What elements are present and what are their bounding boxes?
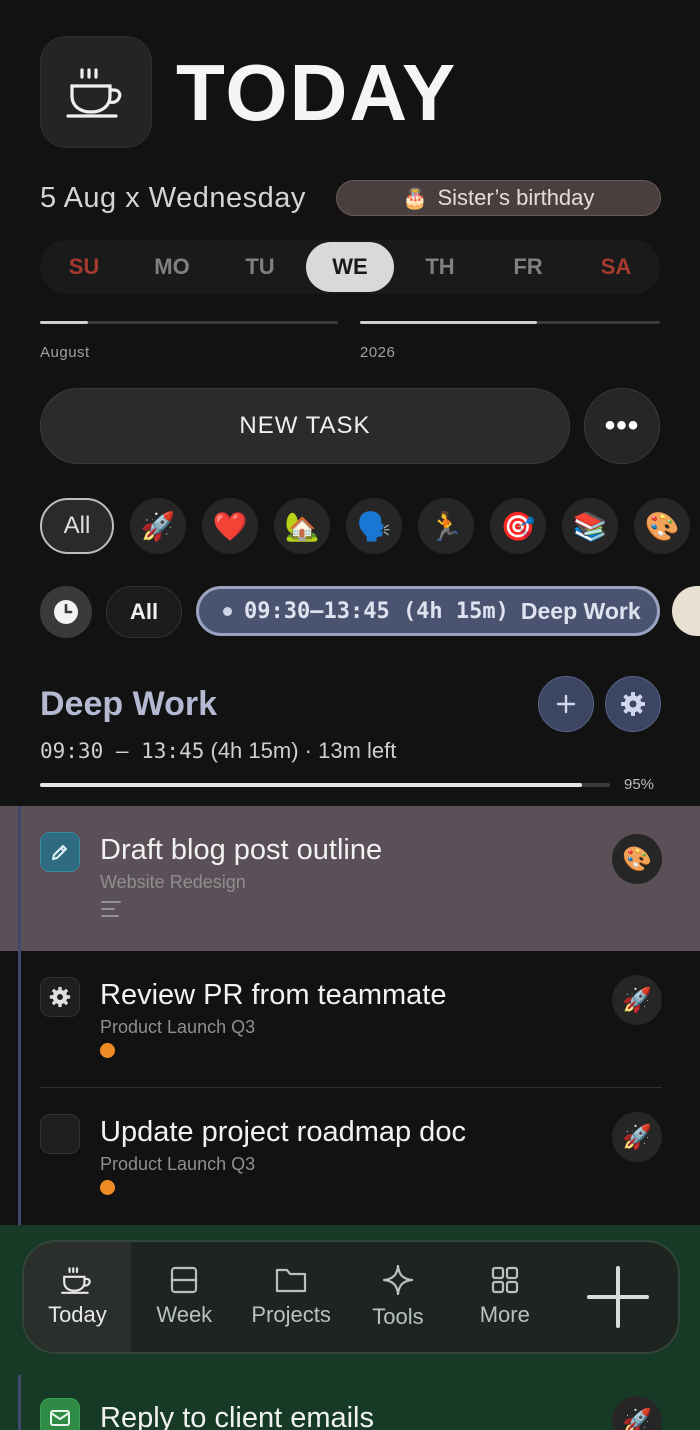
nav-today-label: Today [48, 1302, 107, 1327]
nav-projects-label: Projects [251, 1302, 331, 1327]
year-progress-bar [360, 321, 660, 324]
block-progress-bar [40, 783, 610, 787]
category-target-chip[interactable]: 🎯 [490, 498, 546, 554]
time-block-range: 09:30–13:45 (4h 15m) [244, 598, 509, 624]
category-all-chip[interactable]: All [40, 498, 114, 554]
new-task-button[interactable]: NEW TASK [40, 388, 570, 464]
day-thursday[interactable]: TH [396, 242, 484, 292]
task-checkbox[interactable] [40, 832, 80, 872]
task-category-chip[interactable]: 🚀 [612, 1112, 662, 1162]
task-project: Product Launch Q3 [100, 1154, 256, 1174]
nav-add-button[interactable] [558, 1242, 678, 1352]
task-checkbox[interactable] [40, 1114, 80, 1154]
clock-icon [54, 600, 78, 624]
folder-icon [276, 1268, 307, 1293]
event-label: Sister’s birthday [437, 185, 595, 210]
task-category-chip[interactable]: 🎨 [612, 834, 662, 884]
month-progress-bar [40, 321, 338, 324]
time-block-chip[interactable]: 09:30–13:45 (4h 15m) Deep Work [196, 586, 660, 636]
block-subtitle: 09:30 — 13:45 (4h 15m) · 13m left [40, 736, 396, 766]
task-block-indicator [18, 806, 21, 951]
nav-more-label: More [479, 1302, 530, 1327]
add-task-to-block-button[interactable] [538, 676, 594, 732]
category-books-chip[interactable]: 📚 [562, 498, 618, 554]
nav-week-label: Week [156, 1302, 213, 1327]
task-title: Update project roadmap doc [100, 1116, 466, 1148]
coffee-cup-icon [66, 68, 122, 118]
calendar-week-icon [171, 1266, 198, 1294]
month-progress-label: August [40, 344, 90, 361]
time-block-name: Deep Work [520, 597, 641, 624]
task-checkbox[interactable] [40, 1398, 80, 1430]
pencil-icon [52, 845, 67, 860]
page-title: TODAY [176, 48, 458, 137]
year-progress-fill [360, 321, 537, 324]
time-filter-all[interactable]: All [106, 586, 182, 638]
block-time-range: 09:30 — 13:45 [40, 739, 205, 763]
task-block-indicator [18, 951, 21, 1225]
nav-more[interactable]: More [451, 1242, 558, 1352]
category-filter-row: All 🚀 ❤️ 🏡 🗣️ 🏃 🎯 📚 🎨 [40, 498, 690, 554]
gear-icon [49, 986, 71, 1008]
block-progress-fill [40, 783, 582, 787]
task-title: Reply to client emails [100, 1402, 374, 1430]
day-monday[interactable]: MO [128, 242, 216, 292]
category-running-chip[interactable]: 🏃 [418, 498, 474, 554]
nav-tools[interactable]: Tools [345, 1242, 452, 1352]
clock-button[interactable] [40, 586, 92, 638]
block-duration-left: (4h 15m) · 13m left [210, 738, 397, 763]
category-rocket-chip[interactable]: 🚀 [130, 498, 186, 554]
block-settings-button[interactable] [605, 676, 661, 732]
nav-projects[interactable]: Projects [238, 1242, 345, 1352]
task-divider [40, 1087, 662, 1088]
nav-tools-label: Tools [372, 1304, 424, 1329]
next-time-block-chip[interactable] [672, 586, 700, 636]
grid-icon [491, 1266, 518, 1294]
bottom-navigation: Today Week Projects Tools More [22, 1240, 680, 1354]
event-badge[interactable]: 🎂 Sister’s birthday [336, 180, 661, 216]
task-project: Website Redesign [100, 872, 246, 892]
more-options-button[interactable]: ••• [584, 388, 660, 464]
category-palette-chip[interactable]: 🎨 [634, 498, 690, 554]
envelope-icon [50, 1410, 70, 1426]
year-progress-label: 2026 [360, 344, 396, 361]
current-date: 5 Aug x Wednesday [40, 182, 306, 214]
gear-icon [621, 692, 645, 716]
ellipsis-icon: ••• [604, 409, 640, 442]
task-title: Draft blog post outline [100, 834, 383, 866]
category-speaking-chip[interactable]: 🗣️ [346, 498, 402, 554]
priority-dot [100, 1043, 115, 1058]
day-sunday[interactable]: SU [40, 242, 128, 292]
day-friday[interactable]: FR [484, 242, 572, 292]
day-tuesday[interactable]: TU [216, 242, 304, 292]
status-dot [223, 606, 232, 616]
day-saturday[interactable]: SA [572, 242, 660, 292]
coffee-cup-icon [61, 1267, 92, 1294]
task-block-indicator [18, 1375, 21, 1430]
notes-icon [101, 901, 121, 917]
week-day-selector: SU MO TU WE TH FR SA [40, 240, 660, 294]
task-title: Review PR from teammate [100, 979, 447, 1011]
plus-icon [587, 1266, 650, 1328]
cake-icon: 🎂 [402, 187, 428, 210]
app-icon [40, 36, 152, 148]
task-checkbox[interactable] [40, 977, 80, 1017]
task-project: Product Launch Q3 [100, 1017, 256, 1037]
plus-icon [556, 694, 576, 714]
block-progress-percent: 95% [624, 776, 655, 793]
category-home-chip[interactable]: 🏡 [274, 498, 330, 554]
task-category-chip[interactable]: 🚀 [612, 975, 662, 1025]
category-heart-chip[interactable]: ❤️ [202, 498, 258, 554]
block-title: Deep Work [40, 685, 217, 723]
day-wednesday[interactable]: WE [306, 242, 394, 292]
month-progress-fill [40, 321, 88, 324]
sparkle-icon [382, 1264, 414, 1296]
nav-today[interactable]: Today [24, 1242, 131, 1352]
nav-week[interactable]: Week [131, 1242, 238, 1352]
priority-dot [100, 1180, 115, 1195]
